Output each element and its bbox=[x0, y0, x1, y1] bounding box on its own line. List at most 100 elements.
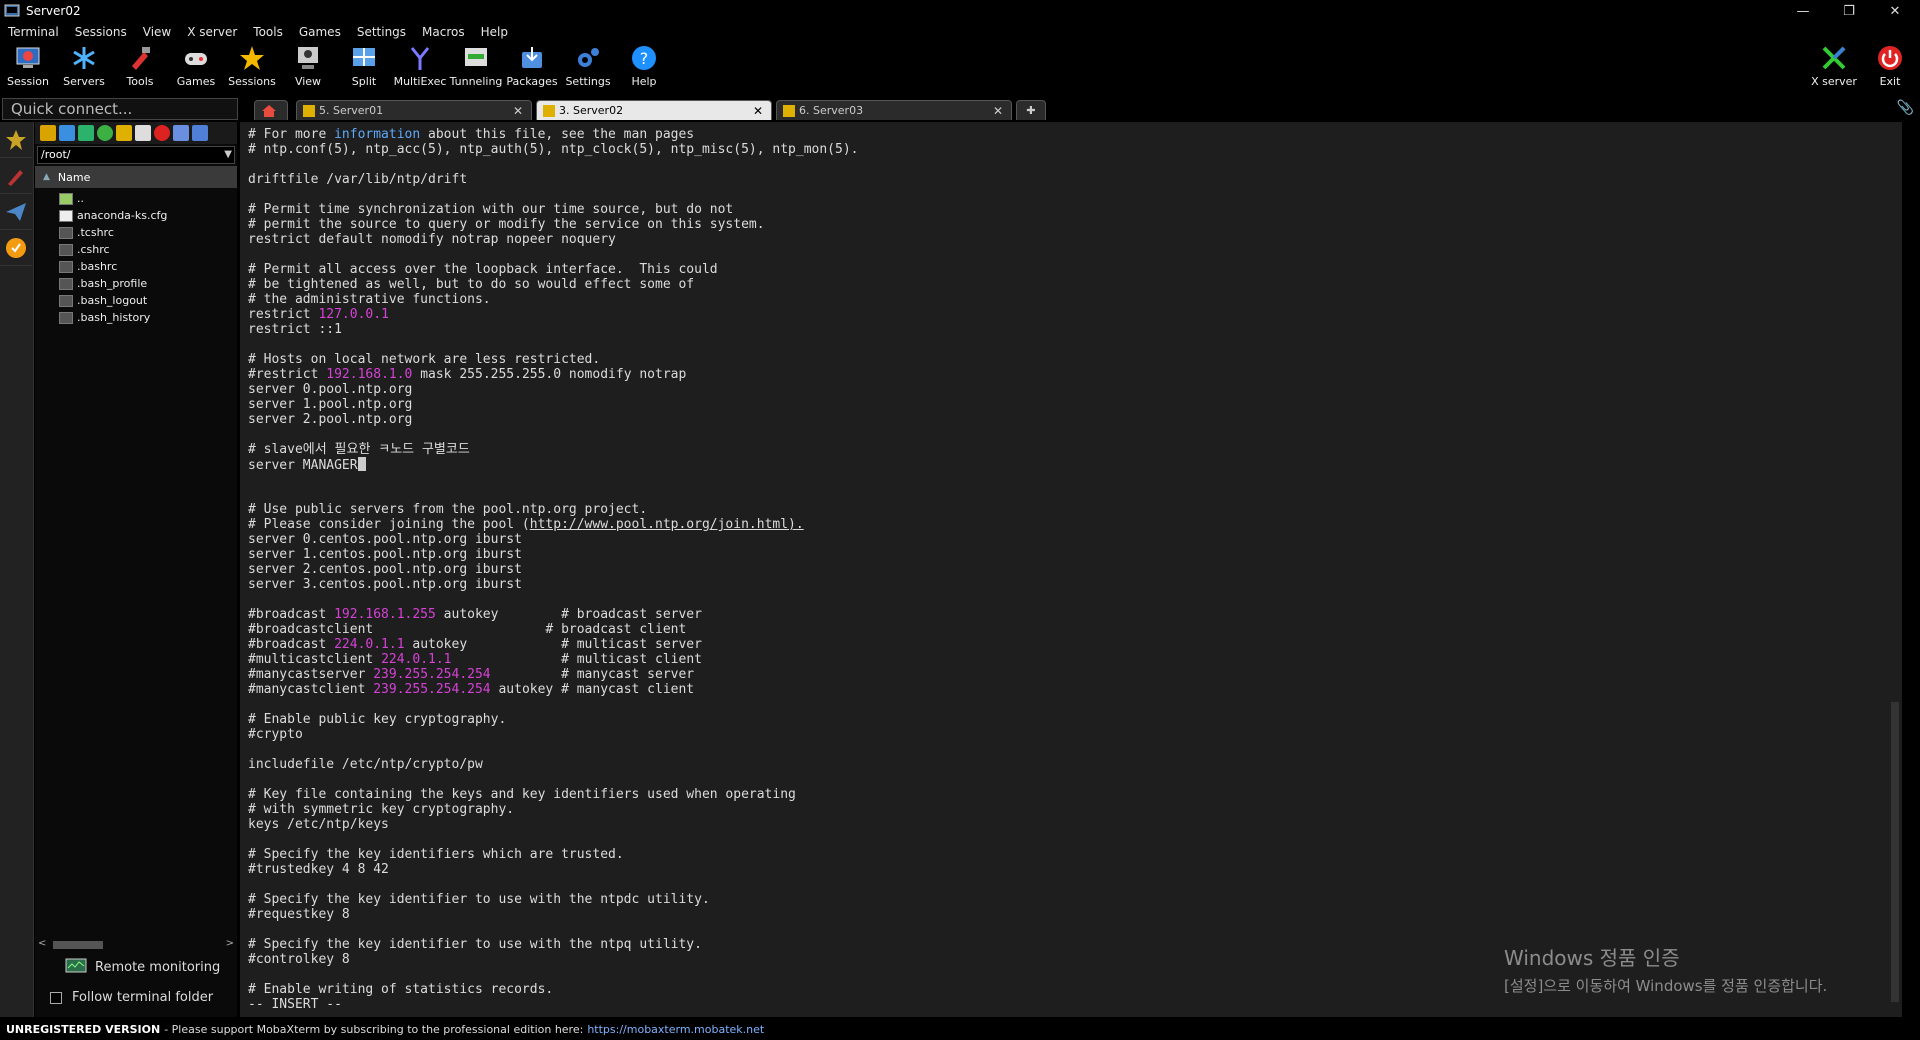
new-tab-button[interactable]: ✚ bbox=[1016, 100, 1046, 120]
restore-button[interactable]: ❐ bbox=[1826, 0, 1872, 22]
multiexec-button[interactable]: MultiExec bbox=[392, 44, 448, 94]
download-icon[interactable] bbox=[59, 125, 75, 141]
chevron-left-icon[interactable]: < bbox=[38, 938, 46, 949]
packages-icon bbox=[522, 47, 542, 68]
file-icon bbox=[59, 311, 73, 324]
remote-monitoring-button[interactable]: Remote monitoring bbox=[65, 958, 220, 976]
file-item[interactable]: .bash_profile bbox=[35, 275, 237, 292]
sessions-strip-button[interactable] bbox=[0, 122, 32, 158]
scrollbar-thumb[interactable] bbox=[1891, 702, 1899, 1002]
terminal-text: #manycastclient bbox=[248, 682, 374, 697]
servers-button[interactable]: Servers bbox=[56, 44, 112, 94]
file-item[interactable]: .tcshrc bbox=[35, 224, 237, 241]
macros-strip-button[interactable] bbox=[0, 230, 32, 266]
terminal-line: restrict 127.0.0.1 bbox=[248, 307, 1902, 322]
title-bar: Server02 bbox=[0, 0, 1920, 22]
file-item-parent[interactable]: .. bbox=[35, 190, 237, 207]
scrollbar-thumb[interactable] bbox=[53, 941, 103, 949]
menu-macros[interactable]: Macros bbox=[414, 25, 473, 39]
menu-settings[interactable]: Settings bbox=[349, 25, 414, 39]
attachment-icon[interactable]: 📎 bbox=[1897, 100, 1914, 116]
tab-server02[interactable]: 3. Server02 ✕ bbox=[536, 100, 772, 120]
status-link[interactable]: https://mobaxterm.mobatek.net bbox=[587, 1023, 764, 1036]
terminal-text: # be tightened as well, but to do so wou… bbox=[248, 277, 695, 292]
app-icon bbox=[4, 4, 20, 17]
tab-server01[interactable]: 5. Server01 ✕ bbox=[296, 100, 532, 120]
tunneling-button[interactable]: Tunneling bbox=[448, 44, 504, 94]
view-button[interactable]: View bbox=[280, 44, 336, 94]
chevron-down-icon[interactable]: ▼ bbox=[224, 147, 232, 163]
view-icon bbox=[298, 47, 318, 69]
new-folder-icon[interactable] bbox=[116, 125, 132, 141]
games-button[interactable]: Games bbox=[168, 44, 224, 94]
quick-connect-input[interactable]: Quick connect... bbox=[2, 98, 238, 120]
tools-button[interactable]: Tools bbox=[112, 44, 168, 94]
tools-icon bbox=[132, 47, 150, 70]
sftp-strip-button[interactable] bbox=[0, 194, 32, 230]
terminal-line: #multicastclient 224.0.1.1 # multicast c… bbox=[248, 652, 1902, 667]
sessions-button[interactable]: Sessions bbox=[224, 44, 280, 94]
checkbox[interactable] bbox=[50, 991, 62, 1004]
follow-terminal-folder-checkbox[interactable]: Follow terminal folder bbox=[50, 990, 213, 1005]
terminal-line: server 1.centos.pool.ntp.org iburst bbox=[248, 547, 1902, 562]
upload-icon[interactable] bbox=[78, 125, 94, 141]
settings-button[interactable]: Settings bbox=[560, 44, 616, 94]
x-server-button[interactable]: X server bbox=[1806, 44, 1862, 94]
close-tab-icon[interactable]: ✕ bbox=[993, 104, 1003, 118]
delete-icon[interactable] bbox=[154, 125, 170, 141]
rename-icon[interactable] bbox=[173, 125, 189, 141]
file-item[interactable]: anaconda-ks.cfg bbox=[35, 207, 237, 224]
close-window-button[interactable]: ✕ bbox=[1872, 0, 1918, 22]
tab-bar: 5. Server01 ✕ 3. Server02 ✕ 6. Server03 ✕ ✚… bbox=[238, 98, 1920, 120]
terminal-text: server MANAGER bbox=[248, 458, 358, 473]
new-file-icon[interactable] bbox=[135, 125, 151, 141]
window-title: Server02 bbox=[26, 4, 81, 18]
vertical-scrollbar[interactable] bbox=[1888, 122, 1902, 1017]
file-icon bbox=[59, 277, 73, 290]
session-button[interactable]: Session bbox=[0, 44, 56, 94]
close-tab-icon[interactable]: ✕ bbox=[753, 104, 763, 118]
terminal-line: #crypto bbox=[248, 727, 1902, 742]
close-tab-icon[interactable]: ✕ bbox=[513, 104, 523, 118]
menu-terminal[interactable]: Terminal bbox=[0, 25, 67, 39]
properties-icon[interactable] bbox=[192, 125, 208, 141]
terminal-text: 127.0.0.1 bbox=[318, 307, 389, 322]
tools-strip-button[interactable] bbox=[0, 158, 32, 194]
parent-folder-icon[interactable] bbox=[40, 125, 56, 141]
menu-bar: Terminal Sessions View X server Tools Ga… bbox=[0, 22, 1920, 42]
menu-games[interactable]: Games bbox=[291, 25, 349, 39]
minimize-button[interactable]: — bbox=[1780, 0, 1826, 22]
split-button[interactable]: Split bbox=[336, 44, 392, 94]
star-icon bbox=[6, 129, 26, 150]
terminal-line: # permit the source to query or modify t… bbox=[248, 217, 1902, 232]
packages-button[interactable]: Packages bbox=[504, 44, 560, 94]
menu-help[interactable]: Help bbox=[473, 25, 516, 39]
file-list: .. anaconda-ks.cfg .tcshrc .cshrc .bashr… bbox=[35, 190, 237, 326]
terminal-line: server 2.centos.pool.ntp.org iburst bbox=[248, 562, 1902, 577]
terminal-output[interactable]: # For more information about this file, … bbox=[240, 122, 1902, 1017]
refresh-icon[interactable] bbox=[97, 125, 113, 141]
menu-tools[interactable]: Tools bbox=[245, 25, 291, 39]
file-list-header[interactable]: ▲ Name bbox=[35, 166, 237, 188]
terminal-text: server 2.centos.pool.ntp.org iburst bbox=[248, 562, 522, 577]
menu-sessions[interactable]: Sessions bbox=[67, 25, 135, 39]
path-field[interactable]: /root/▼ bbox=[37, 146, 235, 164]
file-item[interactable]: .bash_history bbox=[35, 309, 237, 326]
terminal-text: -- INSERT -- bbox=[248, 997, 342, 1012]
terminal-text: # Permit all access over the loopback in… bbox=[248, 262, 718, 277]
exit-button[interactable]: Exit bbox=[1862, 44, 1918, 94]
horizontal-scrollbar[interactable]: < > bbox=[35, 938, 237, 952]
file-item[interactable]: .cshrc bbox=[35, 241, 237, 258]
help-button[interactable]: ? Help bbox=[616, 44, 672, 94]
chevron-right-icon[interactable]: > bbox=[226, 938, 234, 949]
terminal-text: #broadcast bbox=[248, 637, 335, 652]
file-item[interactable]: .bashrc bbox=[35, 258, 237, 275]
tab-home[interactable] bbox=[254, 100, 288, 120]
menu-x-server[interactable]: X server bbox=[179, 25, 245, 39]
tab-server03[interactable]: 6. Server03 ✕ bbox=[776, 100, 1012, 120]
menu-view[interactable]: View bbox=[135, 25, 179, 39]
terminal-tab-icon bbox=[783, 104, 795, 117]
file-item[interactable]: .bash_logout bbox=[35, 292, 237, 309]
